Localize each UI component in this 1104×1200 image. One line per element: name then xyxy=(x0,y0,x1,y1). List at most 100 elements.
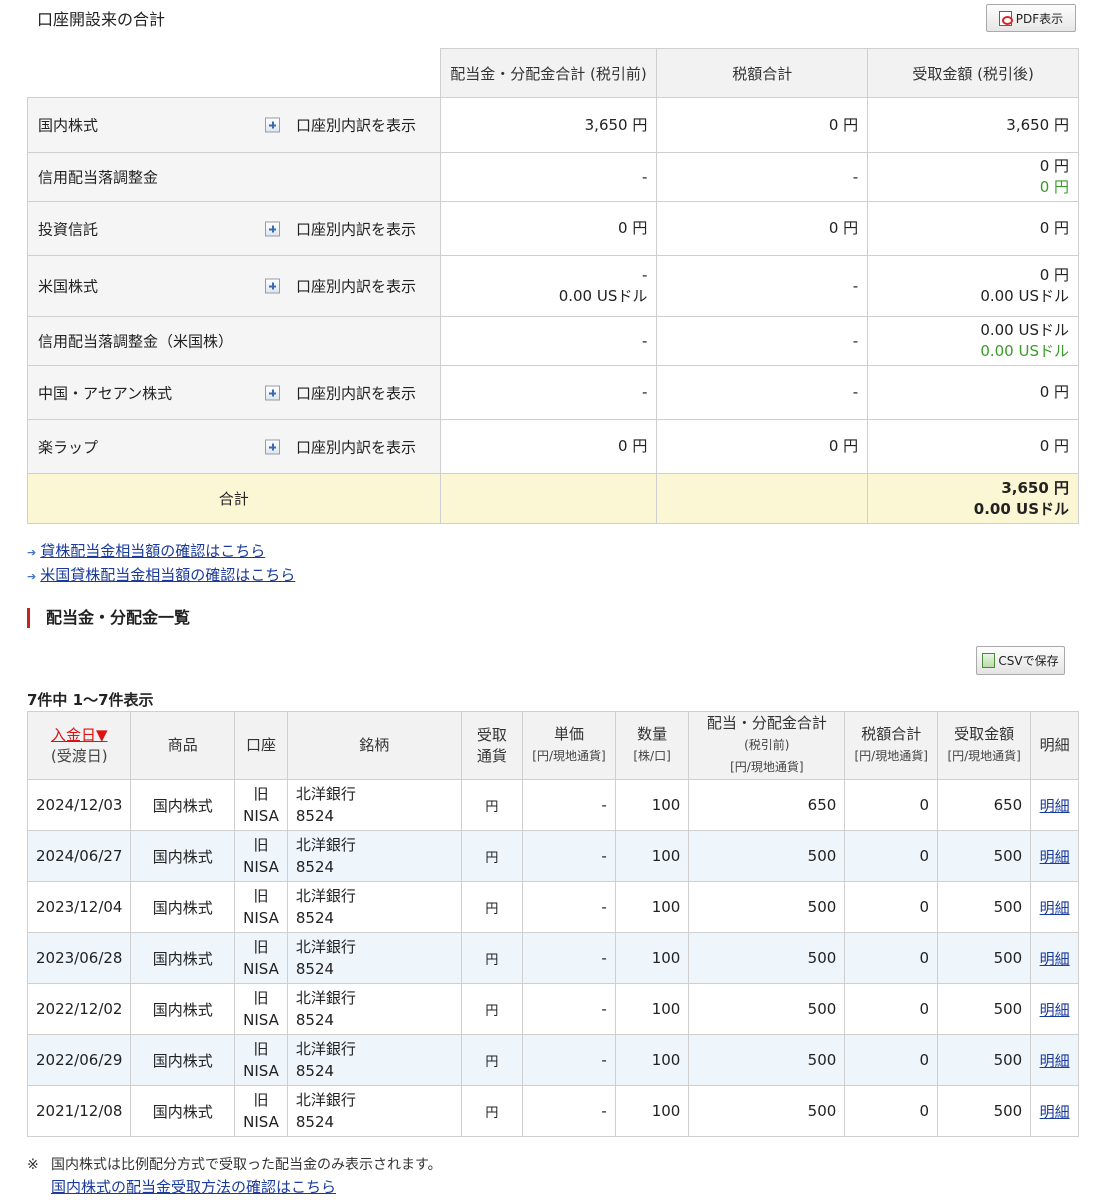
summary-value: 0 円 xyxy=(828,115,859,134)
table-row: 2023/12/04 国内株式 旧 NISA 北洋銀行 8524 円 - 100… xyxy=(26,881,1079,933)
summary-gross-cell: 3,650 円 xyxy=(439,97,658,153)
summary-value: 0 円 xyxy=(828,437,859,455)
security-name: 北洋銀行 xyxy=(295,1040,356,1058)
plus-icon xyxy=(265,439,280,454)
account-line1: 旧 xyxy=(253,785,269,803)
cell-unit: - xyxy=(522,932,616,984)
summary-tax-cell: 0 円 xyxy=(656,201,869,256)
cell-account: 旧 NISA xyxy=(234,830,288,882)
security-name: 北洋銀行 xyxy=(295,1091,356,1109)
summary-value: 3,650 円 xyxy=(1006,115,1069,134)
note-text: 国内株式は比例配分方式で受取った配当金のみ表示されます。 xyxy=(51,1157,442,1173)
cell-date: 2022/12/02 xyxy=(26,983,132,1035)
summary-gross-cell: - 0.00 USドル xyxy=(439,255,658,317)
summary-row-label: 米国株式 口座別内訳を表示 xyxy=(27,255,441,317)
summary-tax-cell: - xyxy=(656,365,869,420)
cell-qty: 100 xyxy=(614,830,690,882)
pdf-button[interactable]: PDF表示 xyxy=(986,4,1076,32)
expand-breakdown[interactable]: 口座別内訳を表示 xyxy=(265,218,416,239)
col-gross-sub2: [円/現地通貨] xyxy=(730,760,804,774)
detail-link[interactable]: 明細 xyxy=(1040,1001,1070,1019)
account-line1: 旧 xyxy=(253,1040,269,1058)
total-gross-cell xyxy=(439,473,658,524)
summary-row-name: 信用配当落調整金（米国株） xyxy=(38,332,234,351)
summary-value: 0.00 USドル xyxy=(558,287,648,305)
summary-value: 0 円 xyxy=(618,437,648,455)
csv-button-label: CSVで保存 xyxy=(998,654,1059,668)
cell-security: 北洋銀行 8524 xyxy=(286,830,462,882)
account-line1: 旧 xyxy=(253,989,269,1007)
cell-currency: 円 xyxy=(460,881,524,933)
pdf-button-label: PDF表示 xyxy=(1015,11,1064,26)
cell-currency: 円 xyxy=(460,779,524,831)
plus-icon xyxy=(265,278,280,294)
cell-tax: 0 xyxy=(844,830,939,882)
cell-net: 500 xyxy=(937,830,1032,882)
summary-value: 0 円 xyxy=(1039,383,1069,401)
account-line1: 旧 xyxy=(253,1091,269,1109)
cell-qty: 100 xyxy=(614,932,690,984)
col-gross-sub1: (税引前) xyxy=(744,738,790,752)
cell-account: 旧 NISA xyxy=(234,779,288,831)
sort-date-link[interactable]: 入金日▼ xyxy=(51,726,108,744)
summary-row-name: 中国・アセアン株式 xyxy=(38,384,173,402)
lending-dividend-link[interactable]: 貸株配当金相当額の確認はこちら xyxy=(40,542,265,560)
cell-tax: 0 xyxy=(844,1085,939,1137)
account-line1: 旧 xyxy=(253,836,269,854)
cell-currency: 円 xyxy=(460,830,524,882)
col-qty-sub: [株/口] xyxy=(633,749,671,763)
detail-link[interactable]: 明細 xyxy=(1040,848,1070,866)
receive-method-link[interactable]: 国内株式の配当金受取方法の確認はこちら xyxy=(51,1178,336,1196)
table-row: 2024/06/27 国内株式 旧 NISA 北洋銀行 8524 円 - 100… xyxy=(26,830,1079,882)
summary-tax-cell: - xyxy=(656,152,869,202)
detail-link[interactable]: 明細 xyxy=(1040,1103,1070,1121)
detail-link[interactable]: 明細 xyxy=(1040,899,1070,917)
cell-unit: - xyxy=(522,983,616,1035)
summary-row-label: 信用配当落調整金 xyxy=(27,152,441,202)
summary-value: - xyxy=(641,383,648,401)
security-name: 北洋銀行 xyxy=(295,836,356,854)
col-qty: 数量 [株/口] xyxy=(614,711,690,780)
cell-gross: 650 xyxy=(688,779,846,831)
cell-security: 北洋銀行 8524 xyxy=(286,1034,462,1086)
cell-qty: 100 xyxy=(614,779,690,831)
table-row: 2024/12/03 国内株式 旧 NISA 北洋銀行 8524 円 - 100… xyxy=(26,779,1079,831)
col-unit-sub: [円/現地通貨] xyxy=(532,749,606,763)
col-currency-line2: 通貨 xyxy=(476,746,507,765)
detail-link[interactable]: 明細 xyxy=(1040,797,1070,815)
expand-breakdown[interactable]: 口座別内訳を表示 xyxy=(265,276,416,297)
csv-save-button[interactable]: CSVで保存 xyxy=(976,646,1065,675)
cell-detail: 明細 xyxy=(1030,1085,1079,1137)
cell-detail: 明細 xyxy=(1030,779,1079,831)
cell-gross: 500 xyxy=(688,830,846,882)
total-net-yen: 3,650 円 xyxy=(1001,478,1069,497)
cell-currency: 円 xyxy=(460,1034,524,1086)
expand-breakdown[interactable]: 口座別内訳を表示 xyxy=(265,436,416,457)
summary-value: - xyxy=(852,331,859,350)
cell-account: 旧 NISA xyxy=(234,881,288,933)
summary-value: - xyxy=(641,331,648,350)
cell-unit: - xyxy=(522,1085,616,1137)
cell-product: 国内株式 xyxy=(130,1085,236,1137)
total-label: 合計 xyxy=(27,473,441,524)
security-code: 8524 xyxy=(295,858,335,876)
detail-link[interactable]: 明細 xyxy=(1040,950,1070,968)
summary-row-label: 信用配当落調整金（米国株） xyxy=(27,316,441,366)
cell-currency: 円 xyxy=(460,1085,524,1137)
summary-value: 0 円 xyxy=(1039,437,1069,455)
us-lending-dividend-link[interactable]: 米国貸株配当金相当額の確認はこちら xyxy=(40,566,295,584)
cell-product: 国内株式 xyxy=(130,1034,236,1086)
summary-row: 信用配当落調整金（米国株） - - 0.00 USドル 0.00 USドル xyxy=(27,316,1079,366)
summary-net-cell: 0 円 xyxy=(867,365,1079,420)
cell-product: 国内株式 xyxy=(130,983,236,1035)
total-tax-cell xyxy=(656,473,869,524)
security-code: 8524 xyxy=(295,1062,335,1080)
expand-breakdown[interactable]: 口座別内訳を表示 xyxy=(265,382,416,403)
cell-unit: - xyxy=(522,1034,616,1086)
detail-link[interactable]: 明細 xyxy=(1040,1052,1070,1070)
expand-breakdown[interactable]: 口座別内訳を表示 xyxy=(265,115,416,136)
account-line2: NISA xyxy=(243,909,279,927)
summary-row-label: 中国・アセアン株式 口座別内訳を表示 xyxy=(27,365,441,420)
summary-row-name: 楽ラップ xyxy=(38,438,99,456)
dividend-list-table: 入金日▼ (受渡日) 商品 口座 銘柄 受取 通貨 単価 [円/現地通貨] 数量… xyxy=(26,711,1079,1137)
